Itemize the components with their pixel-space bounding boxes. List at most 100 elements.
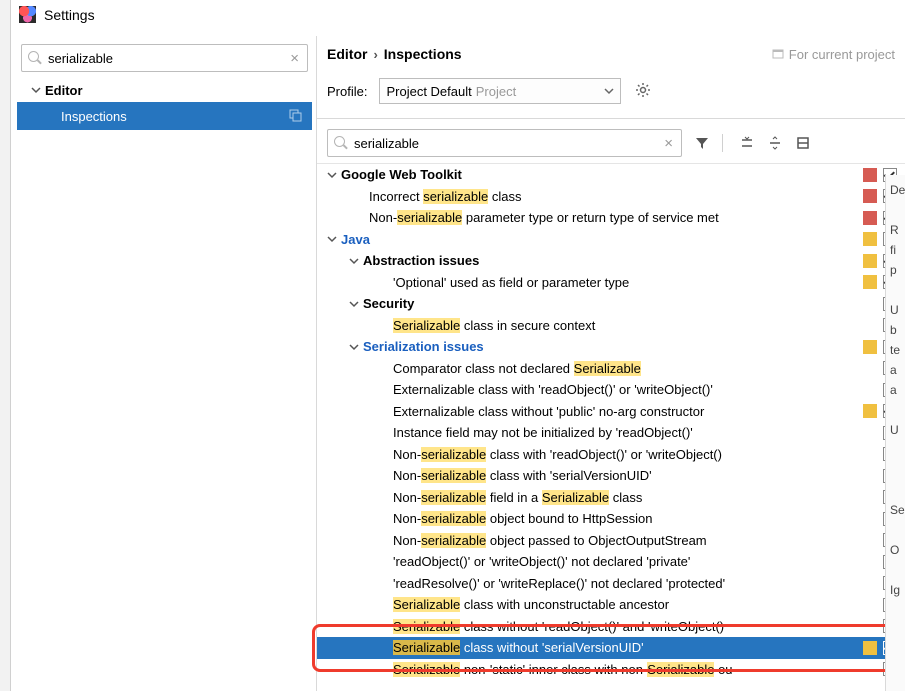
inspection-row[interactable]: Google Web Toolkit: [317, 164, 905, 186]
sidebar-item-editor[interactable]: Editor: [17, 78, 312, 102]
breadcrumb-separator: ›: [373, 47, 377, 62]
sidebar-tree: Editor Inspections: [17, 78, 312, 130]
description-fragment: [886, 281, 905, 301]
description-fragment: De: [886, 181, 905, 201]
inspection-row[interactable]: Comparator class not declared Serializab…: [317, 358, 905, 380]
description-fragment: O: [886, 541, 905, 561]
description-fragment: b: [886, 321, 905, 341]
inspections-search[interactable]: ×: [327, 129, 682, 157]
description-fragment: U: [886, 301, 905, 321]
inspection-row[interactable]: Serializable class in secure context: [317, 315, 905, 337]
inspection-label: Non-serializable class with 'serialVersi…: [393, 468, 859, 483]
gear-icon[interactable]: [635, 82, 651, 101]
inspection-row[interactable]: Serializable non-'static' inner class wi…: [317, 659, 905, 681]
inspection-label: Serializable class in secure context: [393, 318, 859, 333]
description-fragment: p: [886, 261, 905, 281]
search-icon: [334, 136, 348, 150]
inspection-row[interactable]: Serialization issues: [317, 336, 905, 358]
settings-main: Editor › Inspections For current project…: [316, 36, 905, 691]
filter-icon[interactable]: [694, 135, 710, 151]
reset-icon[interactable]: [795, 135, 811, 151]
inspection-row[interactable]: Non-serializable class with 'serialVersi…: [317, 465, 905, 487]
sidebar-search-input[interactable]: [48, 51, 288, 66]
inspection-row[interactable]: Java: [317, 229, 905, 251]
chevron-down-icon: [604, 84, 614, 99]
breadcrumb: Editor: [327, 46, 367, 62]
profile-combo-value: Project DefaultProject: [386, 84, 604, 99]
inspection-label: Externalizable class without 'public' no…: [393, 404, 859, 419]
severity-indicator: [863, 211, 877, 225]
project-icon: [771, 47, 785, 61]
inspection-label: Non-serializable field in a Serializable…: [393, 490, 859, 505]
inspection-row[interactable]: Security: [317, 293, 905, 315]
severity-indicator: [863, 232, 877, 246]
inspection-row[interactable]: Serializable class with unconstructable …: [317, 594, 905, 616]
inspection-label: Comparator class not declared Serializab…: [393, 361, 859, 376]
search-icon: [28, 51, 42, 65]
severity-indicator: [863, 254, 877, 268]
description-fragment: [886, 561, 905, 581]
chevron-down-icon: [349, 256, 359, 266]
inspection-row[interactable]: Externalizable class with 'readObject()'…: [317, 379, 905, 401]
inspection-row[interactable]: Non-serializable field in a Serializable…: [317, 487, 905, 509]
description-fragment: fi: [886, 241, 905, 261]
inspection-row[interactable]: Non-serializable class with 'readObject(…: [317, 444, 905, 466]
profile-combo[interactable]: Project DefaultProject: [379, 78, 621, 104]
description-fragment: [886, 401, 905, 421]
inspection-label: 'readResolve()' or 'writeReplace()' not …: [393, 576, 859, 591]
inspections-search-input[interactable]: [354, 136, 662, 151]
severity-indicator: [863, 340, 877, 354]
inspection-label: Serializable class without 'readObject()…: [393, 619, 859, 634]
inspections-tree[interactable]: Google Web ToolkitIncorrect serializable…: [317, 163, 905, 691]
description-fragment: te: [886, 341, 905, 361]
inspection-label: Security: [363, 296, 859, 311]
inspection-row[interactable]: Incorrect serializable class: [317, 186, 905, 208]
sidebar-item-label: Editor: [45, 83, 83, 98]
for-current-project-label: For current project: [771, 47, 895, 62]
expand-all-icon[interactable]: [739, 135, 755, 151]
dialog-body: × Editor Inspections E: [11, 36, 905, 691]
inspection-label: Non-serializable object passed to Object…: [393, 533, 859, 548]
description-fragment: [886, 461, 905, 481]
breadcrumb-row: Editor › Inspections For current project: [317, 36, 905, 76]
collapse-all-icon[interactable]: [767, 135, 783, 151]
description-fragment: [886, 481, 905, 501]
clear-icon[interactable]: ×: [662, 135, 675, 152]
severity-indicator: [863, 168, 877, 182]
severity-indicator: [863, 275, 877, 289]
inspection-row[interactable]: Non-serializable object passed to Object…: [317, 530, 905, 552]
sidebar-item-inspections[interactable]: Inspections: [17, 102, 312, 130]
inspection-row[interactable]: Externalizable class without 'public' no…: [317, 401, 905, 423]
inspection-row[interactable]: Serializable class without 'readObject()…: [317, 616, 905, 638]
settings-dialog: Settings × Editor Inspections: [10, 0, 905, 691]
inspection-row[interactable]: Instance field may not be initialized by…: [317, 422, 905, 444]
clear-icon[interactable]: ×: [288, 50, 301, 67]
window-title: Settings: [44, 7, 95, 23]
inspection-label: Java: [341, 232, 859, 247]
description-fragment: [886, 521, 905, 541]
description-fragment: U: [886, 421, 905, 441]
severity-indicator: [863, 404, 877, 418]
description-fragment: Se: [886, 501, 905, 521]
inspection-row[interactable]: Abstraction issues: [317, 250, 905, 272]
description-fragment: a: [886, 361, 905, 381]
inspection-row[interactable]: 'Optional' used as field or parameter ty…: [317, 272, 905, 294]
severity-indicator: [863, 189, 877, 203]
inspection-row[interactable]: Non-serializable object bound to HttpSes…: [317, 508, 905, 530]
settings-sidebar: × Editor Inspections: [11, 36, 316, 691]
separator: [722, 134, 723, 152]
severity-indicator: [863, 641, 877, 655]
inspection-label: Non-serializable class with 'readObject(…: [393, 447, 859, 462]
sidebar-search[interactable]: ×: [21, 44, 308, 72]
description-fragment: [886, 441, 905, 461]
inspection-row[interactable]: Non-serializable parameter type or retur…: [317, 207, 905, 229]
inspection-label: Instance field may not be initialized by…: [393, 425, 859, 440]
chevron-down-icon: [327, 234, 337, 244]
inspection-label: Serializable class without 'serialVersio…: [393, 640, 859, 655]
inspection-row[interactable]: Serializable class without 'serialVersio…: [317, 637, 905, 659]
inspection-row[interactable]: 'readObject()' or 'writeObject()' not de…: [317, 551, 905, 573]
inspection-label: 'Optional' used as field or parameter ty…: [393, 275, 859, 290]
inspection-label: Serializable class with unconstructable …: [393, 597, 859, 612]
inspection-label: Serializable non-'static' inner class wi…: [393, 662, 859, 677]
inspection-row[interactable]: 'readResolve()' or 'writeReplace()' not …: [317, 573, 905, 595]
